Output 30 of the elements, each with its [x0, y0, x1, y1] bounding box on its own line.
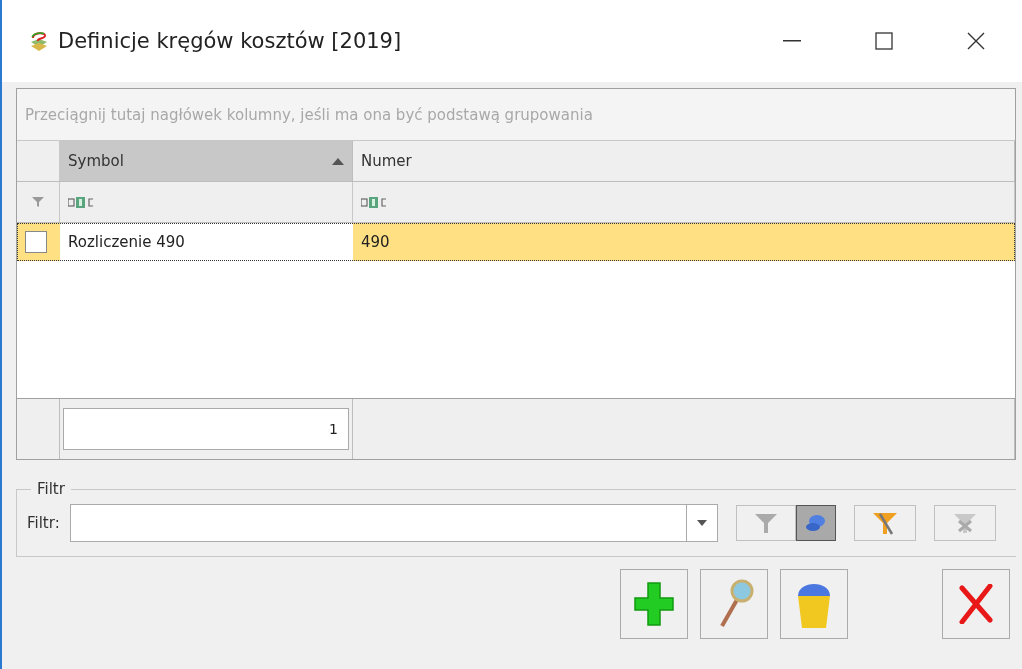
maximize-icon — [875, 32, 893, 50]
filter-label: Filtr: — [27, 514, 60, 532]
close-icon — [959, 584, 993, 624]
row-checkbox[interactable] — [25, 231, 47, 253]
pin-toggle[interactable] — [795, 505, 836, 541]
close-icon — [967, 32, 985, 50]
filter-icon[interactable] — [32, 196, 44, 208]
add-button[interactable] — [620, 569, 688, 639]
view-button[interactable] — [700, 569, 768, 639]
row-count-field: 1 — [63, 408, 349, 450]
column-header[interactable]: Symbol — [60, 141, 353, 181]
table-row[interactable]: Rozliczenie 490 490 — [17, 223, 1015, 261]
funnel-cross-icon — [952, 511, 977, 535]
group-title: Filtr — [36, 480, 66, 498]
filter-edit-button[interactable] — [853, 505, 916, 541]
column-header[interactable]: Numer — [353, 141, 1015, 181]
delete-button[interactable] — [780, 569, 848, 639]
window-title: Definicje kręgów kosztów [2019] — [58, 29, 403, 53]
filter-button[interactable] — [735, 505, 796, 541]
plus-icon — [634, 581, 674, 627]
funnel-icon — [753, 511, 778, 535]
minimize-icon — [783, 40, 801, 42]
dropdown-arrow-icon — [696, 520, 707, 526]
clear-filter-button[interactable] — [933, 505, 996, 541]
sort-arrow-icon — [332, 157, 344, 165]
group-by-hint: Przeciągnij tutaj nagłówek kolumny, jeśli ma ona być podstawą grupowania — [17, 89, 1015, 141]
table-cell: Rozliczenie 490 — [60, 223, 353, 261]
funnel-wrench-icon — [871, 510, 898, 536]
filter-combo[interactable] — [69, 504, 718, 542]
cancel-button[interactable] — [942, 569, 1010, 639]
